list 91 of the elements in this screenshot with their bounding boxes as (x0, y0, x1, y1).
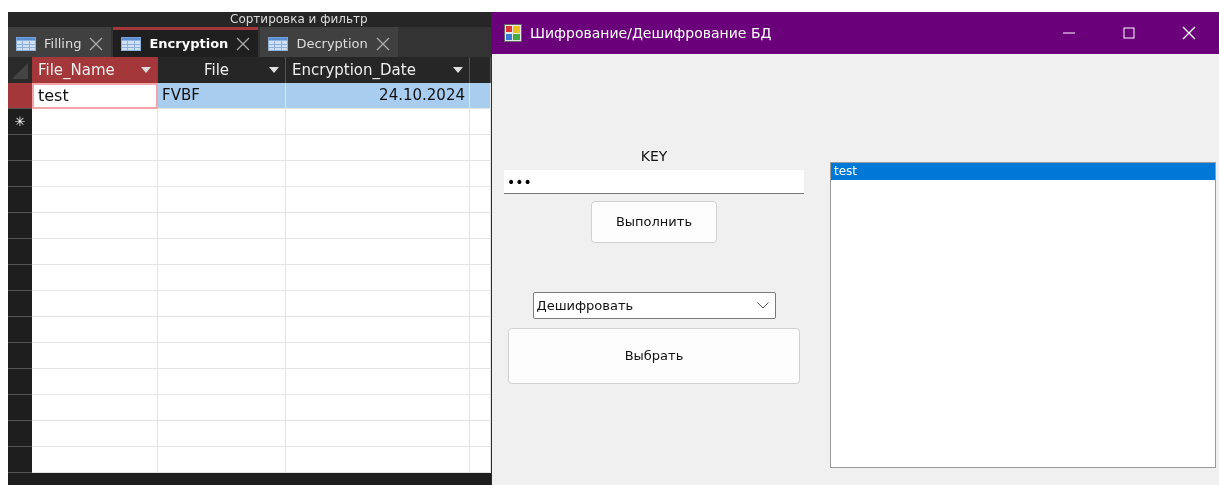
close-icon[interactable] (89, 36, 104, 51)
table-cell[interactable] (470, 395, 491, 421)
list-item[interactable]: test (831, 163, 1215, 180)
table-cell[interactable] (470, 369, 491, 395)
document-tab[interactable]: Encryption (113, 27, 259, 57)
ribbon-group-label: Сортировка и фильтр (230, 12, 368, 27)
table-cell[interactable] (286, 395, 470, 421)
table-cell[interactable] (470, 291, 491, 317)
dropdown-arrow-icon (141, 67, 151, 73)
dropdown-arrow-icon (453, 67, 463, 73)
table-cell[interactable] (470, 317, 491, 343)
table-cell[interactable] (286, 369, 470, 395)
column-header[interactable]: File_Name (32, 57, 158, 83)
table-cell[interactable] (158, 161, 286, 187)
table-cell[interactable] (32, 291, 158, 317)
table-cell[interactable] (32, 239, 158, 265)
table-cell[interactable] (32, 213, 158, 239)
run-button[interactable]: Выполнить (591, 201, 717, 243)
table-cell[interactable] (158, 317, 286, 343)
table-cell[interactable] (286, 109, 470, 135)
table-cell[interactable] (32, 447, 158, 473)
table-cell[interactable] (470, 135, 491, 161)
row-selector[interactable] (8, 83, 32, 109)
table-cell[interactable] (470, 239, 491, 265)
table-cell[interactable] (32, 265, 158, 291)
column-header[interactable]: File (158, 57, 286, 83)
close-button[interactable] (1182, 26, 1196, 40)
table-cell[interactable]: FVBF (158, 83, 286, 109)
maximize-button[interactable] (1123, 27, 1135, 39)
key-field[interactable]: ••• (504, 170, 804, 194)
table-cell[interactable] (32, 187, 158, 213)
table-cell[interactable] (32, 161, 158, 187)
table-cell[interactable] (158, 447, 286, 473)
close-icon[interactable] (375, 36, 390, 51)
document-tab[interactable]: Filling (8, 27, 112, 57)
table-cell[interactable] (470, 213, 491, 239)
table-cell[interactable] (286, 317, 470, 343)
column-header[interactable] (470, 57, 491, 83)
table-cell[interactable] (158, 213, 286, 239)
table-cell[interactable] (32, 395, 158, 421)
dropdown-arrow-icon (269, 67, 279, 73)
table-cell[interactable] (470, 265, 491, 291)
table-cell[interactable] (158, 135, 286, 161)
document-tab[interactable]: Decryption (260, 27, 398, 57)
chevron-down-icon (756, 302, 769, 309)
table-icon (268, 36, 289, 51)
column-header[interactable]: Encryption_Date (286, 57, 470, 83)
table-cell[interactable] (286, 265, 470, 291)
table-cell[interactable] (286, 447, 470, 473)
table-cell[interactable] (32, 421, 158, 447)
table-cell[interactable] (470, 421, 491, 447)
select-all-corner-icon[interactable] (8, 57, 32, 83)
table-cell[interactable] (158, 239, 286, 265)
table-icon (16, 36, 36, 51)
table-cell[interactable] (470, 343, 491, 369)
table-icon (121, 36, 142, 51)
table-cell[interactable] (286, 135, 470, 161)
table-cell[interactable] (470, 187, 491, 213)
table-cell[interactable] (286, 343, 470, 369)
table-cell[interactable] (286, 421, 470, 447)
app-icon (504, 24, 522, 42)
table-cell[interactable] (32, 343, 158, 369)
key-label: KEY (640, 147, 668, 166)
table-cell[interactable] (158, 343, 286, 369)
table-cell[interactable] (32, 317, 158, 343)
close-icon[interactable] (236, 36, 251, 51)
table-cell[interactable]: test (32, 83, 158, 109)
table-cell[interactable] (470, 83, 491, 109)
mode-dropdown[interactable]: Дешифровать (532, 292, 776, 319)
table-cell[interactable] (286, 291, 470, 317)
table-cell[interactable] (470, 161, 491, 187)
table-cell[interactable] (470, 109, 491, 135)
table-cell[interactable] (158, 291, 286, 317)
file-listbox[interactable]: test (830, 162, 1216, 468)
table-cell[interactable] (286, 213, 470, 239)
table-cell[interactable] (286, 187, 470, 213)
table-cell[interactable] (286, 239, 470, 265)
table-cell[interactable] (158, 395, 286, 421)
table-cell[interactable]: 24.10.2024 (286, 83, 470, 109)
table-cell[interactable] (158, 265, 286, 291)
table-cell[interactable] (470, 447, 491, 473)
table-cell[interactable] (32, 369, 158, 395)
window-title: Шифрование/Дешифрование БД (530, 23, 772, 43)
table-cell[interactable] (286, 161, 470, 187)
table-cell[interactable] (158, 369, 286, 395)
choose-button[interactable]: Выбрать (508, 328, 800, 384)
table-cell[interactable] (32, 109, 158, 135)
table-cell[interactable] (32, 135, 158, 161)
table-cell[interactable] (158, 421, 286, 447)
table-cell[interactable] (158, 187, 286, 213)
table-cell[interactable] (158, 109, 286, 135)
